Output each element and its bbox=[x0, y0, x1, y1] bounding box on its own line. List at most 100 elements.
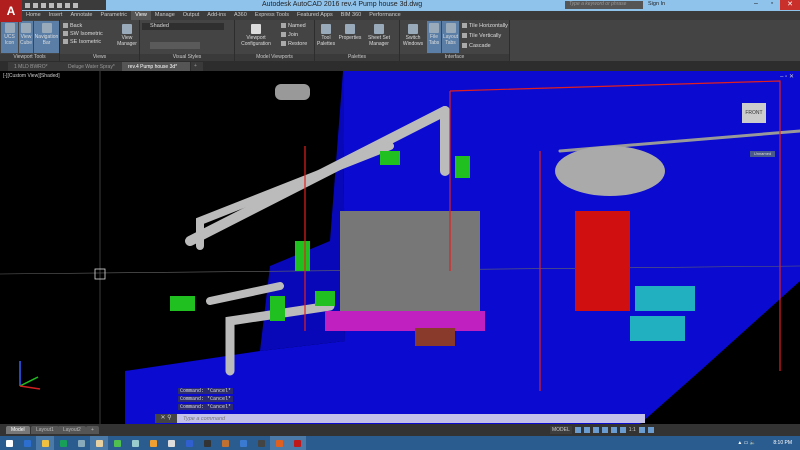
quick-access-toolbar[interactable] bbox=[22, 0, 106, 10]
skid-base bbox=[325, 311, 485, 331]
layout-tab-layout1[interactable]: Layout1 bbox=[31, 426, 59, 434]
close-button[interactable]: ✕ bbox=[780, 0, 800, 10]
viewport-named[interactable]: Named bbox=[281, 23, 306, 29]
taskbar-app-firefox[interactable] bbox=[270, 436, 288, 450]
viewport-configuration-button[interactable]: Viewport Configuration bbox=[238, 22, 274, 52]
tab-output[interactable]: Output bbox=[179, 11, 204, 20]
jockey-pump bbox=[630, 316, 685, 341]
silencer bbox=[275, 84, 310, 100]
system-tray-icons[interactable]: ▲ ▭ 🔈 bbox=[737, 440, 756, 446]
navigation-bar-button[interactable]: Navigation Bar bbox=[34, 21, 59, 53]
tab-performance[interactable]: Performance bbox=[365, 11, 405, 20]
view-back[interactable]: Back bbox=[63, 23, 82, 29]
tile-vertically[interactable]: Tile Vertically bbox=[462, 33, 501, 39]
tab-view[interactable]: View bbox=[131, 11, 151, 20]
layout-tabs: Model Layout1 Layout2 + bbox=[0, 424, 800, 436]
ortho-icon[interactable] bbox=[592, 427, 599, 433]
view-sw-isometric[interactable]: SW Isometric bbox=[63, 31, 103, 37]
file-tabs-button[interactable]: File Tabs bbox=[427, 21, 441, 53]
autocad-logo[interactable]: A bbox=[0, 0, 22, 22]
annotation-scale[interactable]: 1:1 bbox=[629, 427, 636, 433]
tab-a360[interactable]: A360 bbox=[230, 11, 251, 20]
add-layout-button[interactable]: + bbox=[86, 426, 99, 434]
taskbar-app[interactable] bbox=[54, 436, 72, 450]
taskbar-app[interactable] bbox=[234, 436, 252, 450]
ucs-icon-button[interactable]: UCS Icon bbox=[1, 21, 18, 53]
workspace-gear-icon[interactable] bbox=[638, 427, 645, 433]
layout-tab-layout2[interactable]: Layout2 bbox=[58, 426, 86, 434]
cascade[interactable]: Cascade bbox=[462, 43, 491, 49]
close-command-icon[interactable]: ✕ ⚲ bbox=[155, 414, 177, 423]
view-se-isometric[interactable]: SE Isometric bbox=[63, 39, 101, 45]
taskbar-app[interactable] bbox=[144, 436, 162, 450]
tab-express-tools[interactable]: Express Tools bbox=[251, 11, 293, 20]
tab-home[interactable]: Home bbox=[22, 11, 45, 20]
command-line: Command: *Cancel* bbox=[178, 396, 234, 402]
tab-bim-360[interactable]: BIM 360 bbox=[337, 11, 365, 20]
taskbar-app[interactable] bbox=[126, 436, 144, 450]
taskbar-app[interactable] bbox=[36, 436, 54, 450]
panel-label: Interface bbox=[400, 54, 509, 61]
taskbar-app-autocad[interactable] bbox=[288, 436, 306, 450]
viewport-label[interactable]: [-][Custom View][Shaded] bbox=[3, 73, 60, 79]
annotation-icon[interactable] bbox=[619, 427, 626, 433]
windows-taskbar bbox=[0, 436, 800, 450]
panel-label: Palettes bbox=[315, 54, 399, 61]
sheet-set-manager-button[interactable]: Sheet Set Manager bbox=[365, 22, 393, 52]
maximize-button[interactable]: ▫ bbox=[764, 0, 780, 10]
viewport-controls[interactable]: – ▫ ✕ bbox=[780, 73, 794, 80]
window-title: Autodesk AutoCAD 2016 rev.4 Pump house 3… bbox=[262, 1, 423, 8]
jockey-pump bbox=[635, 286, 695, 311]
osnap-icon[interactable] bbox=[610, 427, 617, 433]
drawing-viewport[interactable]: [-][Custom View][Shaded] – ▫ ✕ FRONT Unn… bbox=[0, 71, 800, 424]
tab-parametric[interactable]: Parametric bbox=[96, 11, 131, 20]
switch-windows-button[interactable]: Switch Windows bbox=[402, 22, 424, 52]
visual-style-dropdown[interactable]: Shaded bbox=[142, 23, 224, 30]
taskbar-app[interactable] bbox=[180, 436, 198, 450]
taskbar-app[interactable] bbox=[198, 436, 216, 450]
taskbar-app[interactable] bbox=[72, 436, 90, 450]
taskbar-app[interactable] bbox=[18, 436, 36, 450]
panel-label: Model Viewports bbox=[235, 54, 314, 61]
polar-icon[interactable] bbox=[601, 427, 608, 433]
taskbar-app[interactable] bbox=[108, 436, 126, 450]
taskbar-app[interactable] bbox=[162, 436, 180, 450]
command-input[interactable]: Type a command bbox=[177, 416, 225, 422]
sign-in-button[interactable]: Sign In bbox=[648, 1, 665, 7]
viewcube-ucs-menu[interactable]: Unnamed bbox=[750, 151, 775, 157]
view-cube-button[interactable]: View Cube bbox=[19, 21, 33, 53]
minimize-button[interactable]: – bbox=[748, 0, 764, 10]
snap-icon[interactable] bbox=[583, 427, 590, 433]
tab-manage[interactable]: Manage bbox=[151, 11, 179, 20]
new-tab-button[interactable]: + bbox=[191, 62, 203, 71]
control-panel bbox=[575, 211, 630, 311]
taskbar-app[interactable] bbox=[90, 436, 108, 450]
view-cube[interactable]: FRONT bbox=[742, 103, 766, 123]
tile-horizontally[interactable]: Tile Horizontally bbox=[462, 23, 508, 29]
tab-insert[interactable]: Insert bbox=[45, 11, 67, 20]
model-space-button[interactable]: MODEL bbox=[550, 426, 572, 434]
panel-model-viewports: Viewport Configuration Named Join Restor… bbox=[235, 20, 315, 61]
taskbar-app[interactable] bbox=[252, 436, 270, 450]
start-button[interactable] bbox=[0, 436, 18, 450]
layout-tabs-button[interactable]: Layout Tabs bbox=[442, 21, 459, 53]
view-manager-button[interactable]: View Manager bbox=[115, 22, 139, 52]
file-tab-active[interactable]: rev.4 Pump house 3d* bbox=[122, 62, 190, 71]
tab-annotate[interactable]: Annotate bbox=[66, 11, 96, 20]
visual-style-field[interactable] bbox=[150, 42, 200, 49]
file-tab[interactable]: Deluge Water Spray* bbox=[62, 62, 122, 71]
layout-tab-model[interactable]: Model bbox=[6, 426, 30, 434]
tab-featured-apps[interactable]: Featured Apps bbox=[293, 11, 337, 20]
file-tab[interactable]: 1 MLD BWRO* bbox=[8, 62, 63, 71]
viewport-restore[interactable]: Restore bbox=[281, 41, 307, 47]
viewport-join[interactable]: Join bbox=[281, 32, 298, 38]
grid-icon[interactable] bbox=[574, 427, 581, 433]
tool-palettes-button[interactable]: Tool Palettes bbox=[317, 22, 335, 52]
properties-button[interactable]: Properties bbox=[337, 22, 363, 52]
taskbar-app[interactable] bbox=[216, 436, 234, 450]
customize-menu-icon[interactable] bbox=[647, 427, 654, 433]
search-input[interactable]: Type a keyword or phrase bbox=[565, 1, 643, 9]
panel-visual-styles: Shaded Visual Styles bbox=[140, 20, 235, 61]
tab-add-ins[interactable]: Add-ins bbox=[203, 11, 230, 20]
clock[interactable]: 8:10 PM bbox=[773, 440, 792, 446]
